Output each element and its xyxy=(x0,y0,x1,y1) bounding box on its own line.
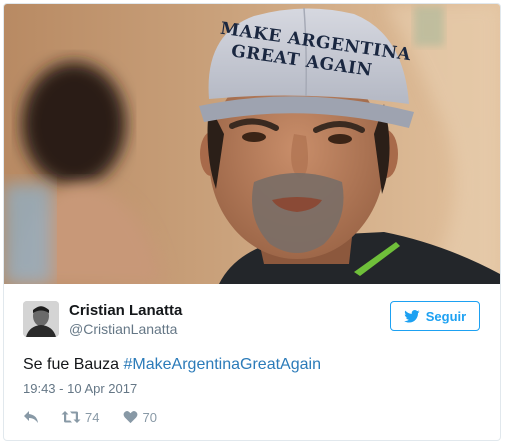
retweet-icon xyxy=(61,410,81,424)
author-display-name[interactable]: Cristian Lanatta xyxy=(69,302,182,320)
tweet-photo[interactable]: MAKE ARGENTINA GREAT AGAIN xyxy=(4,4,500,284)
reply-button[interactable] xyxy=(23,410,39,424)
author-names: Cristian Lanatta @CristianLanatta xyxy=(69,302,182,338)
avatar-image xyxy=(23,301,59,337)
tweet-card: MAKE ARGENTINA GREAT AGAIN Cristian Lana… xyxy=(3,3,501,441)
tweet-author: Cristian Lanatta @CristianLanatta Seguir xyxy=(23,301,483,341)
retweet-button[interactable]: 74 xyxy=(61,410,99,425)
avatar[interactable] xyxy=(23,301,59,337)
like-button[interactable]: 70 xyxy=(123,409,157,425)
tweet-actions: 74 70 xyxy=(23,408,157,426)
tweet-text: Se fue Bauza #MakeArgentinaGreatAgain xyxy=(23,355,321,375)
hashtag-link[interactable]: #MakeArgentinaGreatAgain xyxy=(124,356,321,373)
follow-button-label: Seguir xyxy=(425,308,467,324)
tweet-timestamp[interactable]: 19:43 - 10 Apr 2017 xyxy=(23,381,137,396)
photo-of-man-in-cap: MAKE ARGENTINA GREAT AGAIN xyxy=(4,4,500,284)
author-handle[interactable]: @CristianLanatta xyxy=(69,320,182,338)
follow-button[interactable]: Seguir xyxy=(390,301,480,331)
retweet-count: 74 xyxy=(85,409,100,425)
heart-icon xyxy=(123,410,138,424)
reply-icon xyxy=(23,410,39,424)
like-count: 70 xyxy=(142,409,157,425)
tweet-text-body: Se fue Bauza xyxy=(23,356,124,373)
twitter-bird-icon xyxy=(403,309,420,323)
